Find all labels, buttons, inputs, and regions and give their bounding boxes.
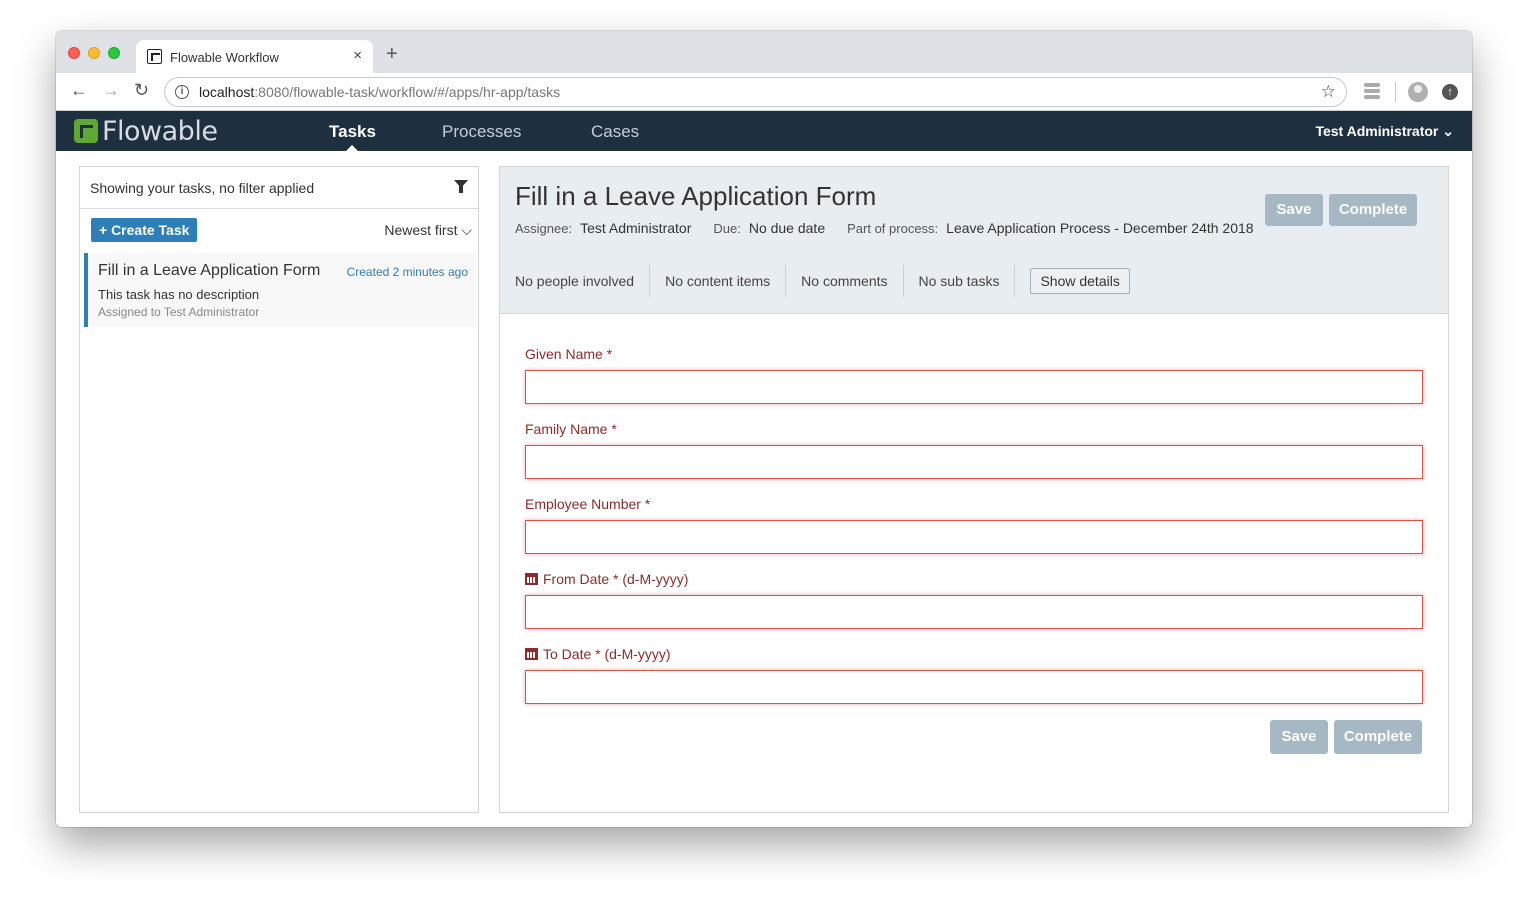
update-arrow-icon[interactable]: ↑ [1442,84,1458,100]
flowable-favicon-icon [147,49,162,64]
reload-button[interactable]: ↻ [134,81,149,99]
process-label: Part of process: [847,221,939,236]
nav-tasks[interactable]: Tasks [329,122,376,142]
assignee-value[interactable]: Test Administrator [580,220,691,236]
sort-dropdown[interactable]: Newest first ⌵ [384,222,472,239]
create-task-button[interactable]: + Create Task [91,218,198,242]
address-bar[interactable]: i localhost:8080/flowable-task/workflow/… [164,77,1347,107]
task-title: Fill in a Leave Application Form [515,181,877,211]
tab-strip: Flowable Workflow × + [56,31,1472,73]
given-name-input[interactable] [525,370,1423,404]
form-complete-button[interactable]: Complete [1334,720,1422,754]
toolbar-divider [1395,82,1396,102]
flowable-logo-icon [74,119,98,143]
task-filter-bar[interactable]: Showing your tasks, no filter applied [80,167,478,209]
forward-button[interactable]: → [102,81,120,99]
window-controls [68,47,120,59]
people-involved[interactable]: No people involved [515,265,651,297]
family-name-input[interactable] [525,445,1423,479]
header-save-button[interactable]: Save [1265,194,1323,226]
task-meta: Assignee: Test Administrator Due: No due da… [515,218,1255,239]
show-details-button[interactable]: Show details [1030,268,1130,294]
new-tab-button[interactable]: + [386,44,398,64]
nav-processes[interactable]: Processes [442,122,521,142]
calendar-icon [525,648,538,660]
family-name-label: Family Name * [525,421,617,437]
comments[interactable]: No comments [801,265,904,297]
filter-icon[interactable] [454,180,468,194]
due-value[interactable]: No due date [749,220,825,236]
calendar-icon [525,573,538,585]
app-navbar: Flowable Tasks Processes Cases Test Admi… [56,111,1472,151]
form-save-button[interactable]: Save [1270,720,1328,754]
task-item-created: Created 2 minutes ago [346,265,468,279]
minimize-window-button[interactable] [88,47,100,59]
database-extension-icon[interactable] [1364,83,1380,99]
filter-summary: Showing your tasks, no filter applied [90,180,315,196]
browser-window: Flowable Workflow × + ← → ↻ i localhost:… [56,31,1472,827]
info-icon[interactable]: i [175,85,189,99]
close-window-button[interactable] [68,47,80,59]
employee-number-label: Employee Number * [525,496,651,512]
flowable-logo[interactable]: Flowable [74,115,218,147]
url-text[interactable]: localhost:8080/flowable-task/workflow/#/… [199,84,560,100]
task-item-assignee: Assigned to Test Administrator [98,305,260,319]
user-menu[interactable]: Test Administrator ⌄ [1315,123,1454,140]
browser-tab[interactable]: Flowable Workflow × [136,40,373,73]
task-detail-panel: Fill in a Leave Application Form Assigne… [499,166,1449,813]
maximize-window-button[interactable] [108,47,120,59]
sub-tasks[interactable]: No sub tasks [919,265,1016,297]
main-content: Showing your tasks, no filter applied + … [56,151,1472,827]
process-value[interactable]: Leave Application Process - December 24t… [946,220,1253,236]
profile-avatar-icon[interactable] [1408,82,1428,102]
from-date-input[interactable] [525,595,1423,629]
to-date-label-row: To Date * (d-M-yyyy) [525,646,671,662]
browser-toolbar: ← → ↻ i localhost:8080/flowable-task/wor… [56,73,1472,111]
assignee-label: Assignee: [515,221,573,236]
close-tab-icon[interactable]: × [353,47,362,64]
task-header: Fill in a Leave Application Form Assigne… [500,167,1448,314]
content-items[interactable]: No content items [665,265,787,297]
given-name-label: Given Name * [525,346,613,362]
nav-cases[interactable]: Cases [591,122,639,142]
bookmark-star-icon[interactable]: ☆ [1321,82,1336,102]
task-item-description: This task has no description [98,287,260,302]
to-date-input[interactable] [525,670,1423,704]
employee-number-input[interactable] [525,520,1423,554]
back-button[interactable]: ← [70,81,88,99]
from-date-label-row: From Date * (d-M-yyyy) [525,571,688,587]
due-label: Due: [713,221,741,236]
task-item-title: Fill in a Leave Application Form [98,262,321,279]
to-date-label: To Date * (d-M-yyyy) [543,646,671,662]
from-date-label: From Date * (d-M-yyyy) [543,571,689,587]
task-list-item[interactable]: Fill in a Leave Application Form Created… [84,253,476,327]
task-stats: No people involved No content items No c… [515,265,1130,297]
task-list-panel: Showing your tasks, no filter applied + … [79,166,479,813]
header-complete-button[interactable]: Complete [1329,194,1417,226]
logo-text: Flowable [102,115,218,147]
tab-title: Flowable Workflow [170,50,279,65]
